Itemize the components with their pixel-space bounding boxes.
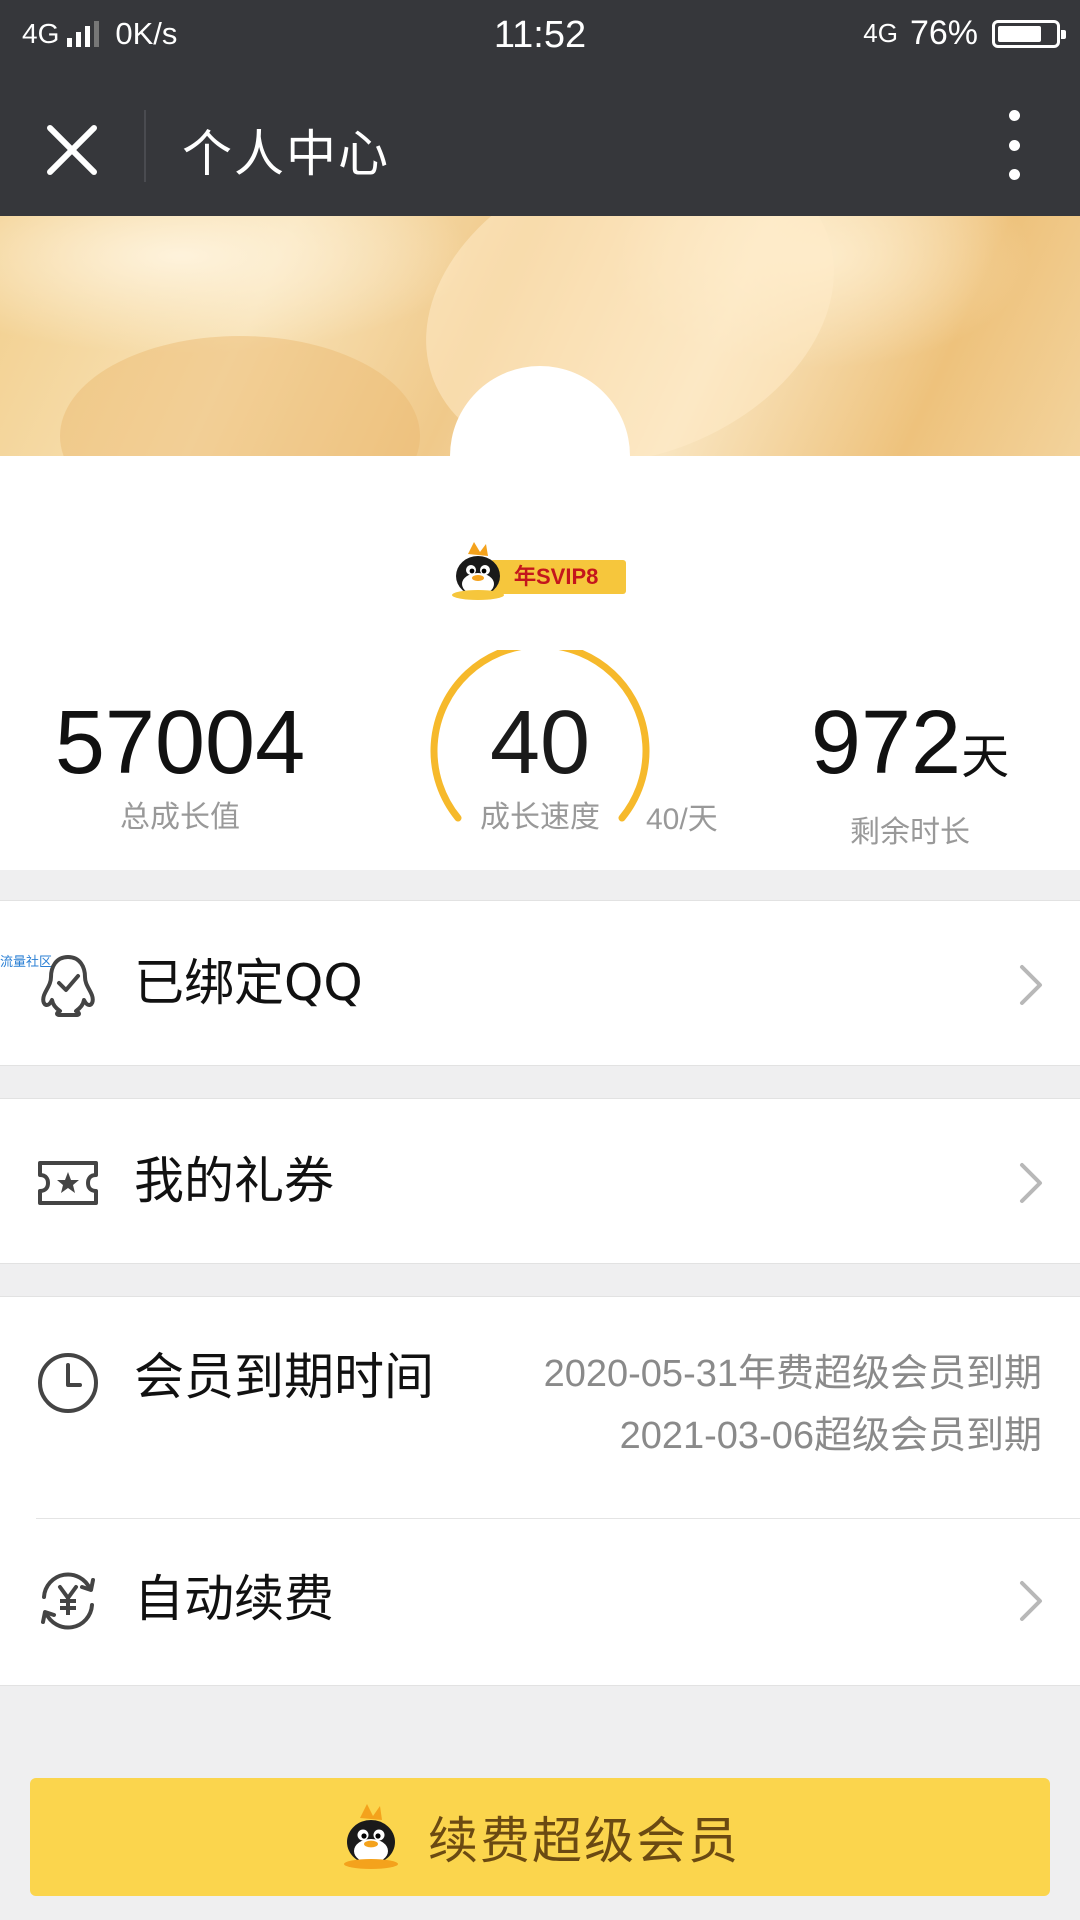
total-growth-value: 57004 <box>54 693 306 793</box>
coupon-icon <box>38 1161 98 1205</box>
qq-section: 流量社区 已绑定QQ <box>0 900 1080 1066</box>
growth-speed-label: 成长速度 <box>480 800 600 835</box>
coupon-section: 我的礼券 <box>0 1098 1080 1264</box>
expiry-line-super: 2021-03-06超级会员到期 <box>619 1415 1042 1457</box>
renew-super-vip-button[interactable]: 续费超级会员 <box>30 1778 1050 1896</box>
menu-label-coupons: 我的礼券 <box>134 1152 334 1210</box>
expiry-dates: 2020-05-31年费超级会员到期 2021-03-06超级会员到期 <box>544 1343 1042 1467</box>
avatar[interactable] <box>450 366 630 546</box>
page-title: 个人中心 <box>182 125 390 183</box>
growth-speed-value: 40 <box>489 693 591 793</box>
menu-item-coupons[interactable]: 我的礼券 <box>0 1099 1080 1263</box>
menu-label-bound-qq: 已绑定QQ <box>134 954 363 1012</box>
chevron-right-icon <box>1020 965 1042 1005</box>
status-right: 4G 76% <box>863 14 1066 53</box>
renew-button-label: 续费超级会员 <box>428 1812 740 1870</box>
battery-icon <box>992 19 1066 48</box>
nav-divider <box>144 110 146 182</box>
chevron-right-icon <box>1020 1163 1042 1203</box>
expiry-line-annual: 2020-05-31年费超级会员到期 <box>543 1353 1042 1395</box>
menu-label-auto-renew: 自动续费 <box>134 1570 334 1628</box>
qq-icon <box>41 955 95 1017</box>
close-button[interactable] <box>36 114 108 186</box>
chevron-right-icon <box>1020 1581 1042 1621</box>
menu-item-expiry: 会员到期时间 2020-05-31年费超级会员到期 2021-03-06超级会员… <box>0 1297 1080 1517</box>
more-button[interactable] <box>984 110 1044 180</box>
remaining-label: 剩余时长 <box>850 815 970 850</box>
more-vertical-icon <box>1008 110 1020 121</box>
menu-item-auto-renew[interactable]: 自动续费 <box>0 1517 1080 1685</box>
stat-total-growth: 57004 总成长值 <box>30 698 330 836</box>
svip-badge: 年SVIP8 <box>450 540 630 602</box>
battery-percent: 76% <box>909 14 978 52</box>
close-icon <box>47 125 97 175</box>
membership-section: 会员到期时间 2020-05-31年费超级会员到期 2021-03-06超级会员… <box>0 1296 1080 1686</box>
status-bar: 4G 0K/s 11:52 4G 76% <box>0 0 1080 74</box>
network-type-right: 4G <box>863 18 898 48</box>
remaining-value-wrap: 972天 <box>760 698 1060 803</box>
remaining-value: 972 <box>810 693 962 793</box>
svip-badge-label: 年SVIP8 <box>490 560 626 594</box>
clock-icon <box>38 1353 98 1413</box>
stat-remaining: 972天 剩余时长 <box>760 698 1060 851</box>
penguin-icon <box>452 542 504 600</box>
total-growth-label: 总成长值 <box>120 800 240 835</box>
menu-label-expiry: 会员到期时间 <box>134 1348 434 1406</box>
menu-item-bound-qq[interactable]: 流量社区 已绑定QQ <box>0 901 1080 1065</box>
penguin-icon <box>344 1804 398 1869</box>
growth-speed-rate: 40/天 <box>646 803 718 836</box>
auto-renew-icon <box>41 1572 95 1630</box>
remaining-unit: 天 <box>961 731 1010 784</box>
nav-bar: 个人中心 <box>0 74 1080 216</box>
